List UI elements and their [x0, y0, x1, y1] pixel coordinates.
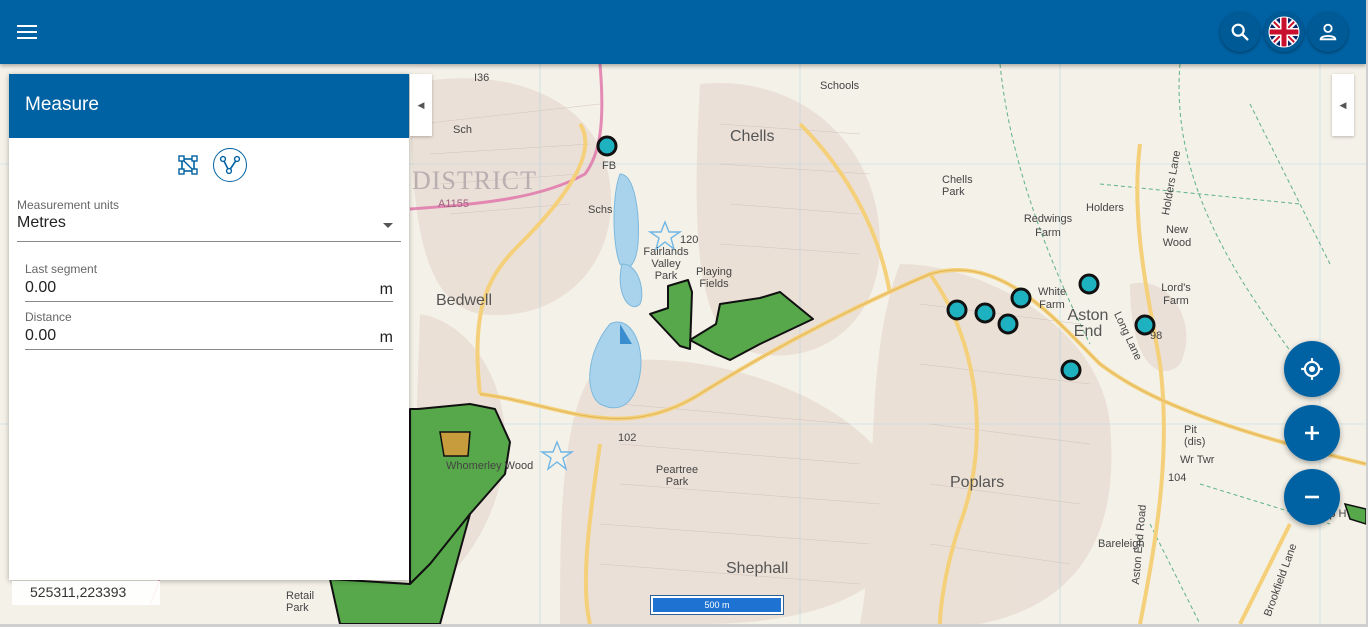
place-label: White Farm	[1037, 286, 1067, 311]
plus-icon[interactable]	[1284, 405, 1340, 461]
panel-collapse-left[interactable]: ◀	[410, 74, 432, 136]
place-label: Peartree Park	[655, 464, 699, 488]
place-label: Pit (dis)	[1184, 424, 1206, 448]
search-icon[interactable]	[1220, 12, 1260, 52]
distance-unit: m	[379, 329, 393, 346]
units-value: Metres	[17, 214, 66, 231]
last-segment-label: Last segment	[25, 262, 98, 276]
place-label: Retail Park	[286, 590, 315, 614]
measure-panel: Measure Measurement units Metres Last se…	[9, 74, 409, 580]
place-label: A1155	[438, 198, 469, 210]
polyline-measure-icon[interactable]	[213, 148, 247, 182]
place-label: Fairlands Valley Park	[643, 246, 689, 282]
last-segment-field[interactable]: Last segment 0.00 m	[25, 262, 393, 302]
panel-collapse-right[interactable]: ◀	[1332, 74, 1354, 136]
place-label: Chells	[730, 128, 775, 145]
place-label: Redwings Farm	[1023, 213, 1073, 239]
place-label: Sch	[453, 124, 472, 136]
chevron-down-icon	[383, 223, 393, 228]
place-label: DISTRICT	[412, 166, 537, 195]
place-label: 102	[618, 432, 637, 444]
minus-icon[interactable]	[1284, 469, 1340, 525]
place-label: 104	[1168, 472, 1187, 484]
place-label: 120	[680, 234, 699, 246]
place-label: Chells Park	[942, 174, 973, 198]
panel-title: Measure	[9, 74, 409, 138]
place-label: Schools	[820, 80, 860, 92]
place-label: Poplars	[950, 474, 1005, 491]
distance-label: Distance	[25, 310, 72, 324]
top-bar	[0, 0, 1366, 64]
place-label: Bedwell	[436, 292, 493, 309]
place-label: Lord's Farm	[1161, 282, 1191, 307]
place-label: 98	[1150, 330, 1163, 342]
place-label: Wr Twr	[1180, 454, 1215, 466]
last-segment-value: 0.00	[25, 279, 57, 296]
place-label: Holders	[1086, 202, 1124, 214]
place-label: Playing Fields	[695, 266, 733, 290]
distance-field[interactable]: Distance 0.00 m	[25, 310, 393, 350]
place-label: Whomerley Wood	[446, 460, 534, 472]
coordinate-readout: 525311,223393	[12, 581, 160, 605]
place-label: I36	[474, 72, 490, 84]
place-label: Aston End	[1067, 307, 1109, 340]
place-label: FB	[602, 160, 617, 172]
locate-icon[interactable]	[1284, 341, 1340, 397]
distance-value: 0.00	[25, 327, 57, 344]
polygon-measure-icon[interactable]	[171, 148, 205, 182]
account-icon[interactable]	[1308, 12, 1348, 52]
place-label: New Wood	[1162, 224, 1192, 249]
last-segment-unit: m	[379, 281, 393, 298]
place-label: Shephall	[726, 560, 789, 577]
uk-flag-icon[interactable]	[1264, 12, 1304, 52]
units-label: Measurement units	[17, 198, 120, 212]
scale-bar: 500 m	[650, 595, 784, 615]
units-select[interactable]: Measurement units Metres	[17, 198, 401, 242]
menu-icon[interactable]	[12, 16, 44, 48]
place-label: Schs	[588, 204, 613, 216]
